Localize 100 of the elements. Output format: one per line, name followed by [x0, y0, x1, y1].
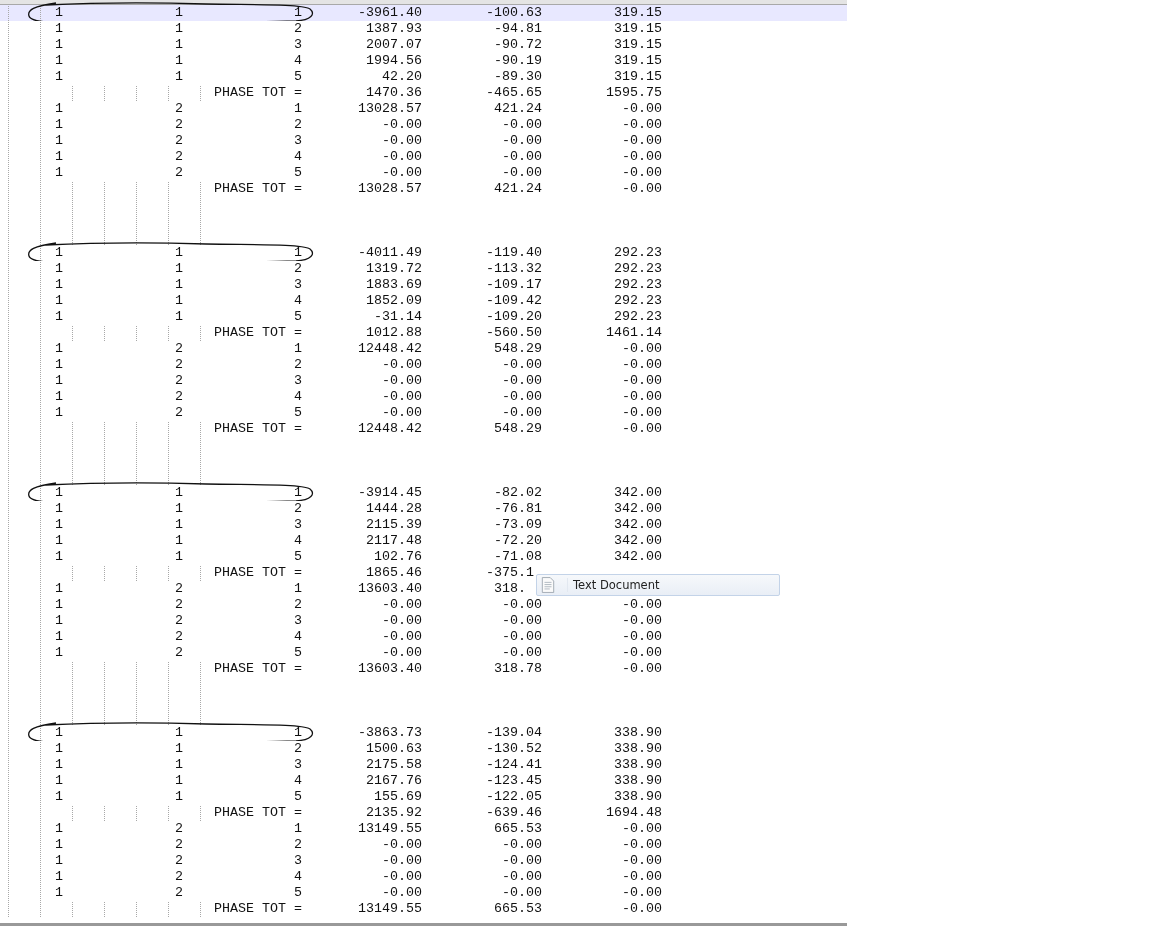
table-cell: 548.29 — [493, 421, 542, 437]
table-cell-text: 2 — [293, 741, 302, 757]
table-cell-text: 1 — [54, 5, 63, 21]
table-cell-text: 1 — [174, 21, 183, 37]
table-cell-text: 1 — [54, 821, 63, 837]
table-cell-text: 2 — [293, 597, 302, 613]
table-cell: 421.24 — [493, 181, 542, 197]
table-cell: 342.00 — [613, 533, 662, 549]
table-cell: 318. — [493, 581, 526, 597]
table-cell: -73.09 — [493, 517, 542, 533]
table-cell: 319.15 — [613, 21, 662, 37]
table-cell-text: 1 — [54, 277, 63, 293]
table-cell: 1865.46 — [366, 565, 422, 581]
table-cell-text: 1 — [54, 357, 63, 373]
table-cell: -0.00 — [381, 837, 422, 853]
total-label: PHASE TOT = — [213, 565, 302, 581]
table-cell: -0.00 — [621, 869, 662, 885]
table-cell: -4011.49 — [358, 245, 422, 261]
table-cell-text: 2 — [174, 581, 183, 597]
table-cell: -0.00 — [621, 149, 662, 165]
table-cell: 1694.48 — [606, 805, 662, 821]
table-cell: -0.00 — [381, 629, 422, 645]
table-cell: -124.41 — [486, 757, 542, 773]
table-cell-text: 1 — [54, 373, 63, 389]
table-cell: -123.45 — [486, 773, 542, 789]
table-cell: -0.00 — [381, 869, 422, 885]
table-cell: 1852.09 — [366, 293, 422, 309]
table-cell-text: 3 — [293, 613, 302, 629]
table-cell-text: 1 — [174, 533, 183, 549]
table-cell-text: 2 — [174, 357, 183, 373]
table-cell: 1012.88 — [366, 325, 422, 341]
table-cell-text: 1 — [293, 821, 302, 837]
table-cell-text: 5 — [293, 405, 302, 421]
table-cell-text: 5 — [293, 165, 302, 181]
table-cell-text: 5 — [293, 549, 302, 565]
table-cell: -0.00 — [501, 357, 542, 373]
table-cell: -119.40 — [486, 245, 542, 261]
table-cell-text: 1 — [54, 613, 63, 629]
total-label: PHASE TOT = — [213, 181, 302, 197]
table-cell-text: 1 — [174, 245, 183, 261]
table-cell-text: 1 — [174, 69, 183, 85]
table-cell: -0.00 — [501, 885, 542, 901]
table-cell-text: 5 — [293, 645, 302, 661]
table-cell-text: 2 — [174, 853, 183, 869]
table-cell-text: 1 — [54, 389, 63, 405]
table-cell: 338.90 — [613, 741, 662, 757]
table-cell-text: 2 — [174, 885, 183, 901]
table-cell: -139.04 — [486, 725, 542, 741]
table-cell-text: 5 — [293, 309, 302, 325]
table-cell-text: 1 — [174, 789, 183, 805]
table-cell-text: 3 — [293, 517, 302, 533]
table-cell-text: 2 — [174, 869, 183, 885]
table-cell-text: 1 — [54, 501, 63, 517]
table-cell-text: 2 — [174, 149, 183, 165]
table-cell-text: 2 — [293, 21, 302, 37]
table-cell-text: 4 — [293, 149, 302, 165]
table-cell: 342.00 — [613, 485, 662, 501]
table-cell-text: 1 — [54, 405, 63, 421]
table-cell: 13603.40 — [358, 661, 422, 677]
table-cell-text: 1 — [174, 53, 183, 69]
table-cell: -0.00 — [381, 405, 422, 421]
table-cell-text: 1 — [174, 517, 183, 533]
table-cell: 319.15 — [613, 37, 662, 53]
table-cell: 2175.58 — [366, 757, 422, 773]
table-cell: 338.90 — [613, 773, 662, 789]
table-cell-text: 1 — [174, 549, 183, 565]
table-cell: -0.00 — [501, 389, 542, 405]
table-cell-text: 3 — [293, 277, 302, 293]
table-cell-text: 3 — [293, 133, 302, 149]
table-cell: 1470.36 — [366, 85, 422, 101]
table-cell: -0.00 — [501, 117, 542, 133]
table-cell: -0.00 — [381, 357, 422, 373]
table-cell: -0.00 — [621, 837, 662, 853]
table-cell: -0.00 — [501, 645, 542, 661]
total-label: PHASE TOT = — [213, 661, 302, 677]
table-cell-text: 2 — [174, 165, 183, 181]
table-cell-text: 2 — [293, 117, 302, 133]
table-cell-text: 2 — [174, 373, 183, 389]
table-cell-text: 1 — [54, 341, 63, 357]
table-cell-text: 1 — [293, 101, 302, 117]
table-cell: -0.00 — [381, 117, 422, 133]
table-cell: 13603.40 — [358, 581, 422, 597]
table-cell: -76.81 — [493, 501, 542, 517]
table-cell-text: 1 — [293, 245, 302, 261]
table-cell: 13028.57 — [358, 181, 422, 197]
table-cell: -113.32 — [486, 261, 542, 277]
table-cell-text: 1 — [54, 645, 63, 661]
table-cell-text: 1 — [54, 885, 63, 901]
table-cell-text: 2 — [174, 341, 183, 357]
table-cell-text: 2 — [174, 629, 183, 645]
table-cell: -109.17 — [486, 277, 542, 293]
table-cell: 1387.93 — [366, 21, 422, 37]
table-cell-text: 1 — [54, 549, 63, 565]
table-cell: -90.19 — [493, 53, 542, 69]
table-cell-text: 2 — [174, 133, 183, 149]
table-cell-text: 1 — [54, 533, 63, 549]
table-cell: -0.00 — [621, 421, 662, 437]
table-cell: -0.00 — [381, 885, 422, 901]
table-cell: -3961.40 — [358, 5, 422, 21]
table-cell-text: 2 — [174, 389, 183, 405]
